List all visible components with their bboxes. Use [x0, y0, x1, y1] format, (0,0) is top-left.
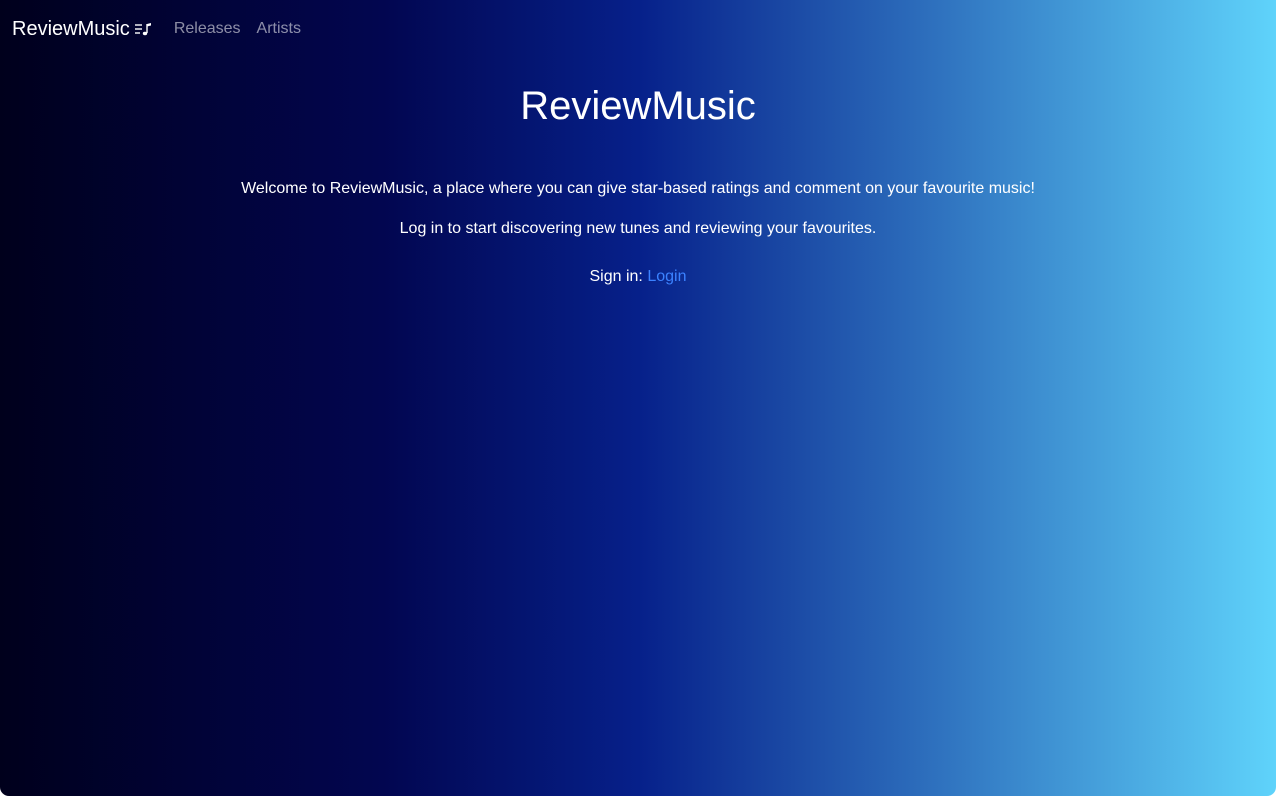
signin-label: Sign in:: [589, 268, 643, 285]
signin-line: Sign in: Login: [0, 265, 1276, 289]
login-link[interactable]: Login: [647, 268, 686, 285]
navbar: ReviewMusic Releases Artists: [12, 16, 309, 42]
nav-link-artists[interactable]: Artists: [249, 20, 309, 38]
brand-name: ReviewMusic: [12, 17, 130, 40]
welcome-text: Welcome to ReviewMusic, a place where yo…: [241, 180, 1035, 197]
page-background: ReviewMusic Releases Artists ReviewMusic…: [0, 0, 1276, 796]
page-title: ReviewMusic: [520, 84, 756, 128]
brand-link[interactable]: ReviewMusic: [12, 18, 152, 41]
nav-link-releases[interactable]: Releases: [174, 20, 249, 38]
music-note-list-icon: [134, 21, 152, 37]
login-prompt-text: Log in to start discovering new tunes an…: [399, 220, 877, 237]
nav-links: Releases Artists: [174, 20, 309, 38]
